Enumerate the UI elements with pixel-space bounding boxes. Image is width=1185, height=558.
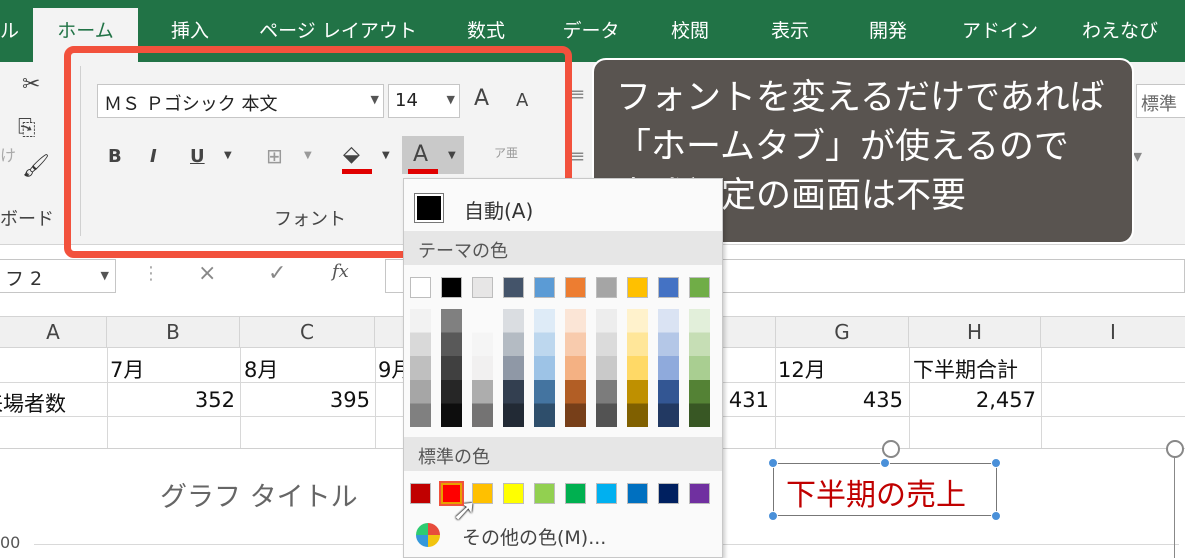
auto-color-swatch[interactable] xyxy=(414,193,444,223)
chart-title[interactable]: グラフ タイトル xyxy=(160,475,358,514)
theme-color-swatch[interactable] xyxy=(534,277,555,298)
chart-handle[interactable] xyxy=(882,440,900,458)
shape-handle[interactable] xyxy=(768,458,778,468)
cell-g1[interactable]: 12月 xyxy=(778,354,826,384)
tab-review[interactable]: 校閲 xyxy=(660,16,720,46)
number-format-value: 標準 xyxy=(1141,94,1177,115)
chart-border xyxy=(1174,449,1175,558)
color-wheel-icon[interactable] xyxy=(416,523,440,547)
theme-color-swatch[interactable] xyxy=(658,277,679,298)
standard-color-swatch[interactable] xyxy=(503,483,524,504)
clipboard-group-label: ボード xyxy=(0,209,54,230)
tab-page-layout[interactable]: ページ レイアウト xyxy=(258,16,418,46)
tab-view[interactable]: 表示 xyxy=(760,16,820,46)
theme-shade-column[interactable] xyxy=(689,309,710,427)
col-divider xyxy=(375,348,376,448)
theme-shade-column[interactable] xyxy=(472,309,493,427)
tab-developer[interactable]: 開発 xyxy=(858,16,918,46)
chevron-down-icon[interactable]: ▼ xyxy=(101,269,109,282)
enter-icon[interactable]: ✓ xyxy=(268,261,286,286)
theme-shade-column[interactable] xyxy=(503,309,524,427)
standard-color-swatch[interactable] xyxy=(596,483,617,504)
column-header-h[interactable]: H xyxy=(909,317,1041,348)
cell-h2[interactable]: 2,457 xyxy=(909,388,1036,412)
col-divider xyxy=(1041,348,1042,448)
theme-shade-column[interactable] xyxy=(534,309,555,427)
theme-color-swatch[interactable] xyxy=(472,277,493,298)
theme-color-swatch[interactable] xyxy=(596,277,617,298)
cut-icon[interactable]: ✂ xyxy=(22,72,40,97)
axis-tick-label: 00 xyxy=(0,533,21,552)
text-shape[interactable]: 下半期の売上 xyxy=(773,463,997,516)
standard-color-swatch[interactable] xyxy=(658,483,679,504)
number-format-box[interactable]: 標準 xyxy=(1136,84,1185,118)
cell-g2[interactable]: 435 xyxy=(775,388,903,412)
tab-addins[interactable]: アドイン xyxy=(955,16,1045,46)
shape-handle[interactable] xyxy=(991,458,1001,468)
chart-handle[interactable] xyxy=(1166,440,1184,458)
shape-handle[interactable] xyxy=(991,511,1001,521)
shape-handle[interactable] xyxy=(768,511,778,521)
callout-line-2: 「ホームタブ」が使えるので xyxy=(616,127,1069,167)
callout-line-1: フォントを変えるだけであれば xyxy=(616,78,1105,118)
cell-c2[interactable]: 395 xyxy=(240,388,370,412)
cell-c1[interactable]: 8月 xyxy=(244,354,278,384)
tab-waenavi[interactable]: わえなび xyxy=(1070,16,1170,46)
theme-color-swatch[interactable] xyxy=(410,277,431,298)
standard-color-swatch[interactable] xyxy=(627,483,648,504)
theme-color-swatch[interactable] xyxy=(565,277,586,298)
name-box[interactable]: フ 2 ▼ xyxy=(0,259,116,293)
standard-color-swatch[interactable] xyxy=(534,483,555,504)
align-icon[interactable]: ≡ xyxy=(570,146,585,167)
shape-text: 下半期の売上 xyxy=(786,478,966,513)
tab-file-fragment[interactable]: ル xyxy=(0,16,19,46)
theme-color-swatch[interactable] xyxy=(441,277,462,298)
standard-colors-header: 標準の色 xyxy=(404,437,722,471)
column-header-a[interactable]: A xyxy=(0,317,107,348)
more-icon: ⋮ xyxy=(142,263,160,284)
format-painter-icon[interactable]: 🖌 xyxy=(22,154,50,179)
standard-color-swatch[interactable] xyxy=(410,483,431,504)
cancel-icon[interactable]: × xyxy=(198,261,216,286)
align-icon[interactable]: ≡ xyxy=(570,84,585,105)
excel-window: ル ホーム 挿入 ページ レイアウト 数式 データ 校閲 表示 開発 アドイン … xyxy=(0,0,1185,558)
function-icon[interactable]: fx xyxy=(332,261,349,282)
cell-f2[interactable]: 431 xyxy=(724,388,769,412)
more-colors-link[interactable]: その他の色(M)... xyxy=(462,523,606,550)
theme-color-swatch[interactable] xyxy=(689,277,710,298)
theme-colors-header: テーマの色 xyxy=(404,231,722,265)
theme-color-swatch[interactable] xyxy=(627,277,648,298)
tab-insert[interactable]: 挿入 xyxy=(160,16,220,46)
tab-data[interactable]: データ xyxy=(556,16,626,46)
column-header-i[interactable]: I xyxy=(1041,317,1185,348)
theme-shade-column[interactable] xyxy=(565,309,586,427)
cell-d1[interactable]: 9月 xyxy=(378,354,403,384)
cell-b2[interactable]: 352 xyxy=(107,388,235,412)
shape-handle[interactable] xyxy=(880,458,890,468)
theme-color-swatch[interactable] xyxy=(503,277,524,298)
copy-icon[interactable]: ⎘ xyxy=(18,116,36,141)
column-header-c[interactable]: C xyxy=(240,317,375,348)
standard-color-swatch[interactable] xyxy=(439,481,464,506)
standard-color-swatch[interactable] xyxy=(689,483,710,504)
standard-color-swatch[interactable] xyxy=(565,483,586,504)
tab-formulas[interactable]: 数式 xyxy=(456,16,516,46)
cell-a2[interactable]: 来場者数 xyxy=(0,388,66,418)
theme-shade-column[interactable] xyxy=(441,309,462,427)
standard-color-swatch[interactable] xyxy=(472,483,493,504)
paste-label-fragment: け xyxy=(0,146,17,165)
name-box-value: フ 2 xyxy=(5,268,43,290)
column-header-b[interactable]: B xyxy=(107,317,240,348)
column-header-g[interactable]: G xyxy=(775,317,909,348)
cell-b1[interactable]: 7月 xyxy=(110,354,144,384)
theme-shade-column[interactable] xyxy=(658,309,679,427)
theme-shade-column[interactable] xyxy=(627,309,648,427)
theme-shade-column[interactable] xyxy=(596,309,617,427)
auto-color-label[interactable]: 自動(A) xyxy=(464,195,533,224)
cell-h1[interactable]: 下半期合計 xyxy=(913,354,1018,384)
font-color-dropdown: 自動(A) テーマの色 標準の色 その他の色(M)... ➚ xyxy=(403,178,723,558)
theme-shade-column[interactable] xyxy=(410,309,431,427)
